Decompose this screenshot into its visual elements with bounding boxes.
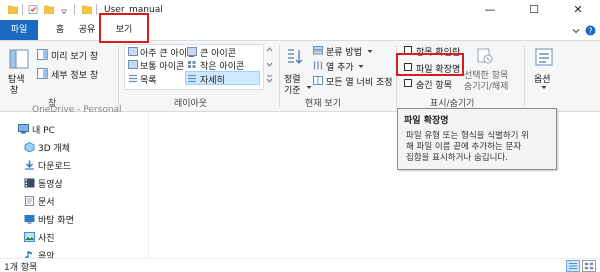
fit-columns-button[interactable]: 모든 열 너비 조정: [326, 75, 393, 88]
add-columns-dropdown-icon[interactable]: [358, 64, 364, 69]
folder-icon: [82, 5, 92, 14]
pc-icon: [18, 124, 29, 134]
extra-large-icons-icon[interactable]: [128, 47, 138, 56]
pictures-icon: [24, 232, 35, 242]
small-icons-icon[interactable]: [187, 60, 197, 69]
sort-by-dropdown-icon[interactable]: [306, 85, 312, 90]
new-folder-icon[interactable]: [44, 5, 54, 14]
options-icon[interactable]: [534, 47, 554, 67]
customize-quick-access-icon[interactable]: [60, 5, 68, 14]
navigation-pane: OneDrive - Personal 내 PC 3D 개체 다운로드 동영상 …: [0, 105, 140, 262]
tooltip-line: 파일 유형 또는 형식을 식별하기 위: [406, 131, 529, 141]
close-button[interactable]: ✕: [556, 0, 600, 20]
pane-divider[interactable]: [148, 112, 149, 258]
tab-home[interactable]: 홈: [48, 20, 72, 40]
nav-item-label: 사진: [38, 234, 55, 244]
properties-icon[interactable]: [28, 5, 38, 14]
hide-selected-label-line2[interactable]: 숨기기/해제: [464, 79, 508, 92]
tooltip-line: 집합을 표시하거나 숨깁니다.: [406, 153, 508, 163]
details-icon[interactable]: [187, 74, 197, 83]
layout-list[interactable]: 목록: [140, 73, 157, 86]
preview-pane-icon[interactable]: [37, 49, 48, 60]
ribbon: 탐색 창 미리 보기 창 세부 정보 창 창 아주 큰 아이콘 큰 아이콘 보통…: [0, 40, 600, 112]
details-view-toggle-icon[interactable]: [566, 260, 580, 272]
ribbon-expand-icon[interactable]: [572, 27, 580, 35]
nav-pane-label-line2[interactable]: 창: [10, 83, 18, 96]
group-separator: [118, 45, 119, 107]
add-columns-button[interactable]: 열 추가: [326, 60, 354, 73]
nav-item-label: 3D 개체: [38, 144, 71, 154]
options-dropdown-icon[interactable]: [541, 85, 547, 90]
svg-text:?: ?: [588, 26, 592, 35]
nav-item-documents[interactable]: 문서: [0, 192, 140, 210]
title-separator: [96, 4, 97, 15]
sort-by-label-line2[interactable]: 기준: [284, 83, 301, 96]
desktop-icon: [24, 215, 35, 224]
onedrive-item-partial[interactable]: OneDrive - Personal: [32, 105, 122, 115]
nav-item-label: 내 PC: [32, 126, 55, 136]
nav-item-3d-objects[interactable]: 3D 개체: [0, 138, 140, 156]
maximize-button[interactable]: ☐: [512, 0, 556, 20]
sort-by-icon[interactable]: [285, 47, 305, 67]
layout-details[interactable]: 자세히: [200, 73, 225, 86]
nav-item-label: 바탕 화면: [38, 216, 74, 226]
3d-objects-icon: [24, 142, 35, 152]
tooltip-title: 파일 확장명: [404, 116, 449, 126]
options-button[interactable]: 옵션: [534, 72, 551, 85]
large-icons-icon[interactable]: [187, 47, 197, 56]
tooltip-line: 해 파일 이름 끝에 추가하는 문자: [406, 142, 522, 152]
group-separator: [279, 45, 280, 107]
tab-view[interactable]: 보기: [101, 20, 147, 40]
layout-group-label: 레이아웃: [174, 99, 208, 109]
nav-item-label: 다운로드: [38, 162, 72, 172]
list-icon[interactable]: [128, 74, 138, 83]
documents-icon: [25, 196, 34, 206]
details-pane-icon[interactable]: [37, 68, 48, 79]
hidden-items-checkbox[interactable]: [404, 79, 412, 87]
hide-selected-icon[interactable]: [476, 47, 494, 65]
navigation-pane-icon[interactable]: [9, 49, 29, 69]
add-columns-icon[interactable]: [313, 61, 323, 70]
fit-columns-icon[interactable]: [313, 76, 323, 85]
nav-item-downloads[interactable]: 다운로드: [0, 156, 140, 174]
group-separator: [524, 45, 525, 107]
group-by-dropdown-icon[interactable]: [367, 49, 373, 54]
help-icon[interactable]: ?: [585, 25, 596, 36]
gallery-scroll-down-icon[interactable]: [266, 61, 273, 68]
large-icons-view-toggle-icon[interactable]: [582, 260, 596, 272]
nav-item-pictures[interactable]: 사진: [0, 228, 140, 246]
layout-large[interactable]: 큰 아이콘: [200, 46, 236, 59]
nav-item-this-pc[interactable]: 내 PC: [0, 120, 140, 138]
title-separator: [22, 4, 23, 15]
tooltip-body: 파일 유형 또는 형식을 식별하기 위 해 파일 이름 끝에 추가하는 문자 집…: [406, 131, 556, 164]
nav-item-label: 동영상: [38, 180, 63, 190]
gallery-more-icon[interactable]: [266, 75, 273, 84]
hidden-items-label[interactable]: 숨긴 항목: [416, 78, 452, 91]
group-by-icon[interactable]: [313, 46, 323, 55]
file-extensions-tooltip: 파일 확장명 파일 유형 또는 형식을 식별하기 위 해 파일 이름 끝에 추가…: [397, 108, 557, 170]
status-bar: 1개 항목: [0, 258, 600, 272]
nav-item-label: 문서: [38, 198, 55, 208]
group-by-button[interactable]: 분류 방법: [326, 45, 362, 58]
downloads-icon: [25, 160, 34, 170]
nav-item-desktop[interactable]: 바탕 화면: [0, 210, 140, 228]
layout-small[interactable]: 작은 아이콘: [200, 59, 244, 72]
layout-medium[interactable]: 보통 아이콘: [140, 59, 184, 72]
folder-icon[interactable]: [8, 5, 18, 14]
file-extensions-highlight: [396, 53, 464, 76]
ribbon-tabs: 파일 홈 공유 보기 ?: [0, 20, 600, 40]
minimize-button[interactable]: —: [468, 0, 512, 20]
videos-icon: [24, 178, 35, 188]
tab-share[interactable]: 공유: [74, 20, 100, 40]
item-count: 1개 항목: [4, 263, 38, 272]
nav-item-videos[interactable]: 동영상: [0, 174, 140, 192]
title-bar: User_manual — ☐ ✕: [0, 0, 600, 20]
medium-icons-icon[interactable]: [128, 60, 138, 69]
gallery-scroll-up-icon[interactable]: [266, 46, 273, 53]
details-pane-button[interactable]: 세부 정보 창: [51, 68, 98, 81]
tab-file[interactable]: 파일: [0, 20, 38, 40]
title-separator: [74, 4, 75, 15]
preview-pane-button[interactable]: 미리 보기 창: [51, 49, 98, 62]
view-group-label: 현재 보기: [305, 99, 341, 109]
